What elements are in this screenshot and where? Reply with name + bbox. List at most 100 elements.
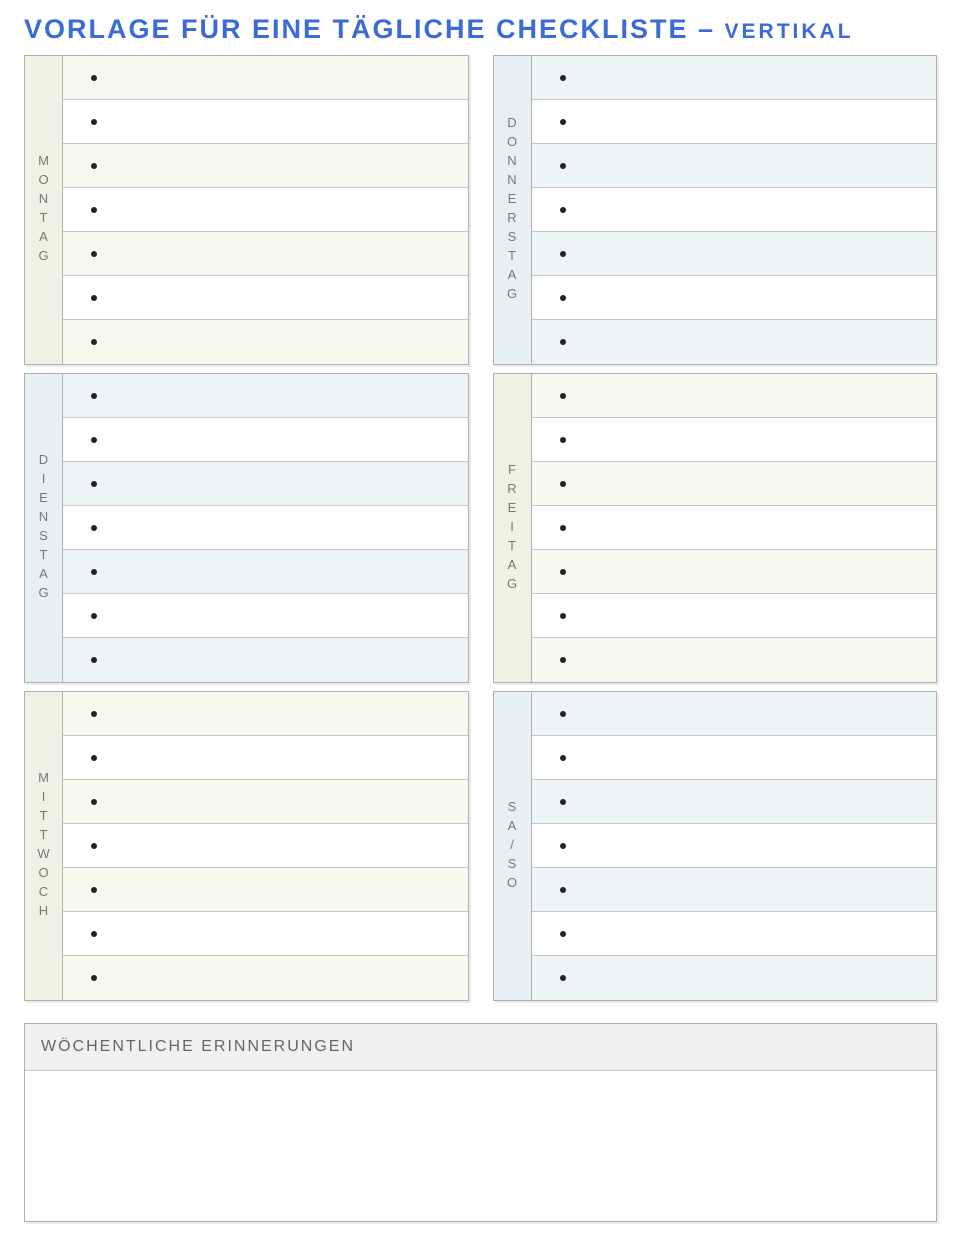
checklist-row[interactable]	[532, 780, 937, 824]
day-label: FREITAG	[494, 374, 532, 682]
checklist-row[interactable]	[532, 462, 937, 506]
bullet-icon	[91, 295, 97, 301]
checklist-row[interactable]	[63, 594, 468, 638]
checklist-row[interactable]	[532, 144, 937, 188]
bullet-icon	[560, 657, 566, 663]
bullet-icon	[91, 657, 97, 663]
bullet-icon	[91, 711, 97, 717]
day-label: MONTAG	[25, 56, 63, 364]
day-block: MITTWOCH	[24, 691, 469, 1001]
checklist-row[interactable]	[63, 956, 468, 1000]
checklist-row[interactable]	[532, 736, 937, 780]
checklist-row[interactable]	[63, 320, 468, 364]
bullet-icon	[91, 393, 97, 399]
checklist-row[interactable]	[63, 56, 468, 100]
day-label: SA/SO	[494, 692, 532, 1000]
day-rows	[63, 374, 468, 682]
day-label: MITTWOCH	[25, 692, 63, 1000]
checklist-row[interactable]	[63, 780, 468, 824]
day-rows	[532, 374, 937, 682]
bullet-icon	[560, 437, 566, 443]
day-block: MONTAG	[24, 55, 469, 365]
checklist-row[interactable]	[63, 462, 468, 506]
bullet-icon	[560, 843, 566, 849]
checklist-row[interactable]	[63, 188, 468, 232]
checklist-row[interactable]	[63, 506, 468, 550]
checklist-row[interactable]	[63, 868, 468, 912]
checklist-row[interactable]	[63, 736, 468, 780]
checklist-row[interactable]	[63, 692, 468, 736]
day-block: DIENSTAG	[24, 373, 469, 683]
day-block: DONNERSTAG	[493, 55, 938, 365]
bullet-icon	[560, 569, 566, 575]
bullet-icon	[91, 525, 97, 531]
bullet-icon	[560, 207, 566, 213]
checklist-row[interactable]	[63, 100, 468, 144]
checklist-row[interactable]	[63, 418, 468, 462]
bullet-icon	[91, 251, 97, 257]
checklist-row[interactable]	[532, 868, 937, 912]
bullet-icon	[91, 975, 97, 981]
bullet-icon	[560, 711, 566, 717]
bullet-icon	[560, 393, 566, 399]
checklist-row[interactable]	[63, 374, 468, 418]
title-main: VORLAGE FÜR EINE TÄGLICHE CHECKLISTE –	[24, 14, 725, 44]
bullet-icon	[91, 119, 97, 125]
bullet-icon	[560, 75, 566, 81]
checklist-row[interactable]	[532, 100, 937, 144]
bullet-icon	[91, 437, 97, 443]
checklist-row[interactable]	[532, 638, 937, 682]
weekly-reminders-body[interactable]	[25, 1071, 936, 1221]
weekly-reminders-header: WÖCHENTLICHE ERINNERUNGEN	[25, 1024, 936, 1071]
checklist-row[interactable]	[532, 956, 937, 1000]
day-label: DONNERSTAG	[494, 56, 532, 364]
checklist-row[interactable]	[63, 912, 468, 956]
bullet-icon	[560, 887, 566, 893]
bullet-icon	[560, 119, 566, 125]
checklist-row[interactable]	[532, 188, 937, 232]
weekly-reminders: WÖCHENTLICHE ERINNERUNGEN	[24, 1023, 937, 1222]
checklist-row[interactable]	[532, 550, 937, 594]
bullet-icon	[91, 339, 97, 345]
bullet-icon	[560, 799, 566, 805]
bullet-icon	[560, 163, 566, 169]
checklist-row[interactable]	[532, 276, 937, 320]
checklist-row[interactable]	[532, 506, 937, 550]
bullet-icon	[560, 931, 566, 937]
bullet-icon	[560, 975, 566, 981]
bullet-icon	[91, 75, 97, 81]
bullet-icon	[91, 931, 97, 937]
bullet-icon	[560, 481, 566, 487]
bullet-icon	[91, 163, 97, 169]
checklist-row[interactable]	[63, 638, 468, 682]
checklist-row[interactable]	[532, 418, 937, 462]
checklist-row[interactable]	[532, 374, 937, 418]
checklist-row[interactable]	[532, 232, 937, 276]
checklist-row[interactable]	[63, 144, 468, 188]
checklist-row[interactable]	[532, 320, 937, 364]
bullet-icon	[560, 613, 566, 619]
checklist-row[interactable]	[63, 276, 468, 320]
day-rows	[532, 56, 937, 364]
bullet-icon	[91, 887, 97, 893]
day-rows	[63, 692, 468, 1000]
title-sub: VERTIKAL	[725, 20, 854, 43]
checklist-row[interactable]	[63, 232, 468, 276]
checklist-row[interactable]	[532, 594, 937, 638]
bullet-icon	[560, 295, 566, 301]
day-label: DIENSTAG	[25, 374, 63, 682]
bullet-icon	[91, 481, 97, 487]
bullet-icon	[560, 525, 566, 531]
bullet-icon	[91, 207, 97, 213]
checklist-row[interactable]	[63, 824, 468, 868]
checklist-row[interactable]	[532, 692, 937, 736]
bullet-icon	[91, 569, 97, 575]
day-rows	[63, 56, 468, 364]
day-block: FREITAG	[493, 373, 938, 683]
page: VORLAGE FÜR EINE TÄGLICHE CHECKLISTE – V…	[0, 0, 961, 1246]
checklist-row[interactable]	[532, 56, 937, 100]
checklist-row[interactable]	[532, 824, 937, 868]
checklist-row[interactable]	[63, 550, 468, 594]
bullet-icon	[91, 755, 97, 761]
checklist-row[interactable]	[532, 912, 937, 956]
